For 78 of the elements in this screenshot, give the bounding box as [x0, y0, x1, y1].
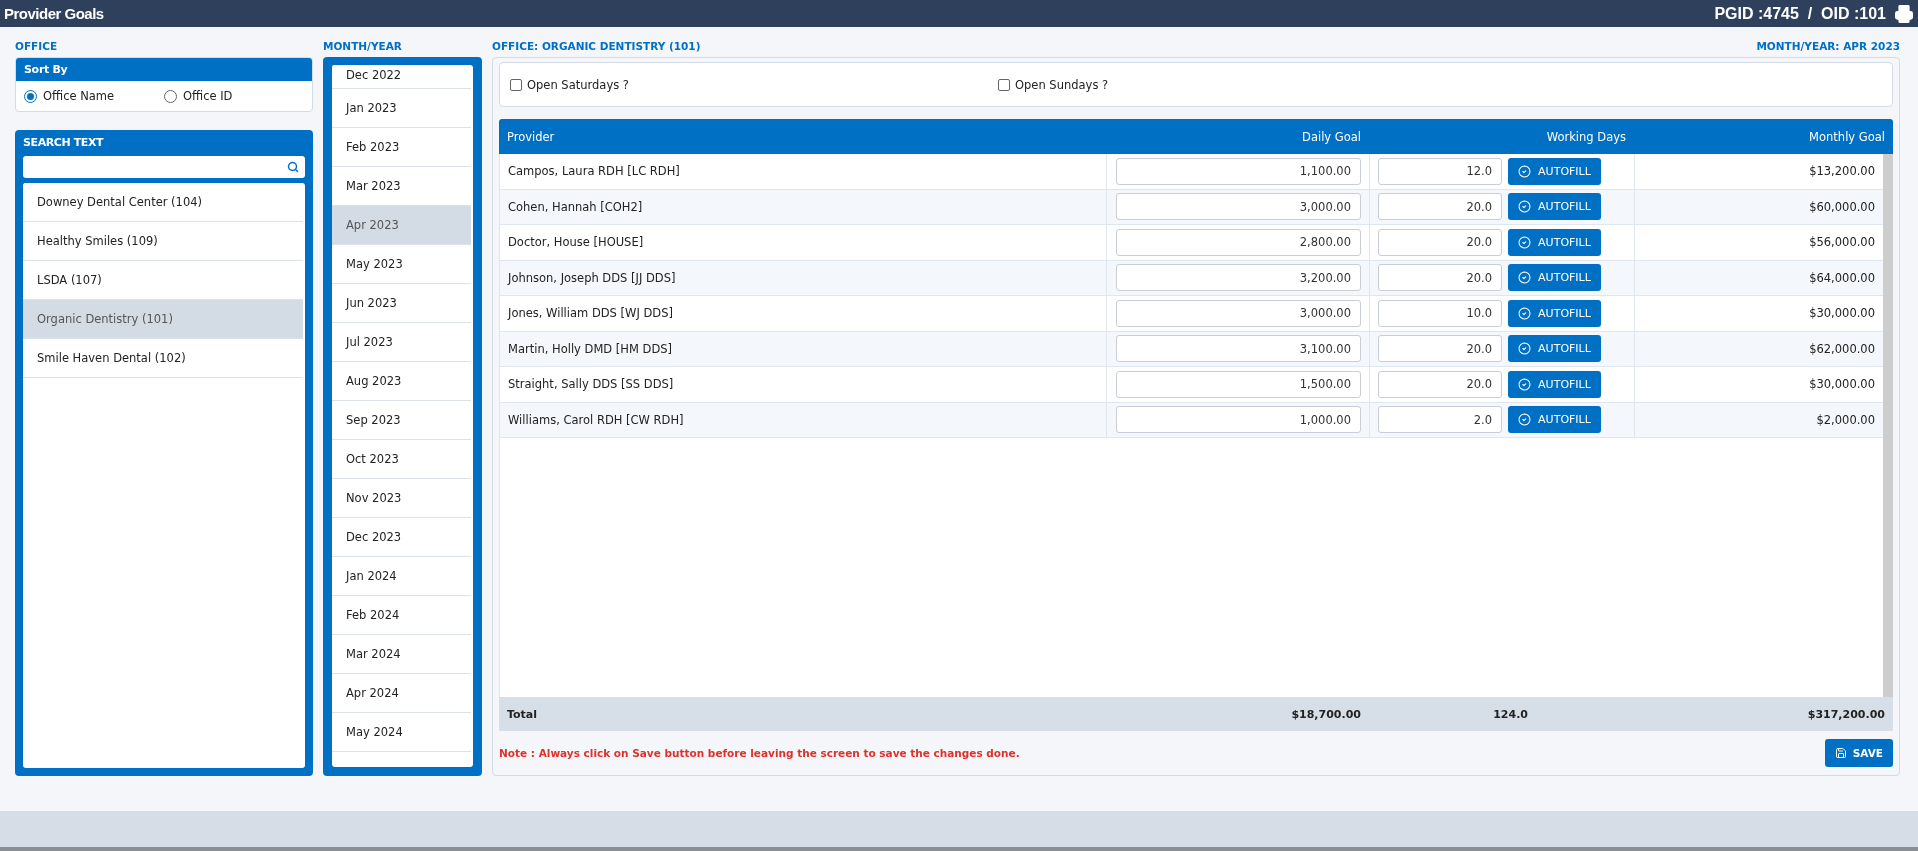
monthly-goal: $60,000.00: [1809, 199, 1875, 214]
monthly-goal: $62,000.00: [1809, 341, 1875, 356]
check-circle-icon: [1518, 342, 1532, 356]
working-days-input[interactable]: 20.0: [1378, 370, 1502, 398]
daily-goal-input[interactable]: 3,000.00: [1116, 193, 1361, 221]
daily-goal-input[interactable]: 3,200.00: [1116, 264, 1361, 292]
working-days-input[interactable]: 20.0: [1378, 193, 1502, 221]
radio-option[interactable]: Office ID: [164, 89, 304, 103]
monthly-goal: $30,000.00: [1809, 377, 1875, 392]
autofill-button[interactable]: AUTOFILL: [1508, 228, 1601, 256]
working-days-input[interactable]: 20.0: [1378, 335, 1502, 363]
autofill-button[interactable]: AUTOFILL: [1508, 299, 1601, 327]
total-working-days: 124.0: [1369, 707, 1634, 721]
month-item[interactable]: Apr 2023: [332, 206, 471, 245]
check-circle-icon: [1518, 235, 1532, 249]
daily-goal-input[interactable]: 1,100.00: [1116, 157, 1361, 185]
daily-goal-input[interactable]: 1,500.00: [1116, 370, 1361, 398]
column-header: Working Days: [1545, 129, 1627, 144]
provider-name: Martin, Holly DMD [HM DDS]: [508, 341, 673, 356]
daily-goal-input[interactable]: 1,000.00: [1116, 406, 1361, 434]
working-days-input[interactable]: 20.0: [1378, 264, 1502, 292]
office-item[interactable]: Organic Dentistry (101): [23, 300, 303, 339]
daily-goal-input[interactable]: 3,000.00: [1116, 299, 1361, 327]
search-icon[interactable]: [287, 161, 299, 173]
provider-name: Doctor, House [HOUSE]: [508, 235, 644, 250]
section-label: OFFICE: [15, 39, 59, 54]
check-circle-icon: [1518, 377, 1532, 391]
card-title: Sort By: [16, 58, 312, 81]
autofill-button[interactable]: AUTOFILL: [1508, 264, 1601, 292]
autofill-button[interactable]: AUTOFILL: [1508, 157, 1601, 185]
office-item[interactable]: Downey Dental Center (104): [23, 183, 303, 222]
office-heading: OFFICE: ORGANIC DENTISTRY (101): [492, 39, 701, 54]
month-item[interactable]: Dec 2022: [332, 65, 471, 89]
check-circle-icon: [1518, 271, 1532, 285]
autofill-button[interactable]: AUTOFILL: [1508, 406, 1601, 434]
section-label: MONTH/YEAR: [323, 39, 403, 54]
save-button[interactable]: SAVE: [1824, 739, 1893, 767]
checkbox-option[interactable]: Open Sundays ?: [998, 77, 1486, 92]
warning-note: Note : Always click on Save button before leaving the screen to save the changes done.: [499, 747, 1020, 759]
provider-name: Straight, Sally DDS [SS DDS]: [508, 377, 674, 392]
check-circle-icon: [1518, 200, 1532, 214]
total-monthly-goal: $317,200.00: [1806, 707, 1886, 721]
total-label: Total: [506, 707, 539, 721]
ids-text: PGID :4745 / OID :101: [1714, 4, 1886, 23]
monthly-goal: $56,000.00: [1809, 235, 1875, 250]
autofill-button[interactable]: AUTOFILL: [1508, 335, 1601, 363]
column-header: Daily Goal: [1301, 129, 1362, 144]
provider-name: Campos, Laura RDH [LC RDH]: [508, 164, 680, 179]
working-days-input[interactable]: 12.0: [1378, 157, 1502, 185]
monthly-goal: $64,000.00: [1809, 270, 1875, 285]
checkbox-option[interactable]: Open Saturdays ?: [510, 77, 998, 92]
monthly-goal: $2,000.00: [1816, 412, 1875, 427]
month-heading: MONTH/YEAR: APR 2023: [1756, 39, 1900, 54]
monthly-goal: $13,200.00: [1809, 164, 1875, 179]
autofill-button[interactable]: AUTOFILL: [1508, 193, 1601, 221]
column-header: Monthly Goal: [1808, 129, 1886, 144]
total-daily-goal: $18,700.00: [1290, 707, 1362, 721]
daily-goal-input[interactable]: 3,100.00: [1116, 335, 1361, 363]
provider-name: Jones, William DDS [WJ DDS]: [508, 306, 673, 321]
check-circle-icon: [1518, 306, 1532, 320]
provider-name: Williams, Carol RDH [CW RDH]: [508, 412, 684, 427]
daily-goal-input[interactable]: 2,800.00: [1116, 228, 1361, 256]
column-header: Provider: [506, 129, 556, 144]
monthly-goal: $30,000.00: [1809, 306, 1875, 321]
autofill-button[interactable]: AUTOFILL: [1508, 370, 1601, 398]
radio-option[interactable]: Office Name: [24, 89, 164, 103]
printer-icon[interactable]: [1894, 3, 1914, 24]
provider-name: Cohen, Hannah [COH2]: [508, 199, 643, 214]
check-circle-icon: [1518, 413, 1532, 427]
provider-name: Johnson, Joseph DDS [JJ DDS]: [508, 270, 676, 285]
working-days-input[interactable]: 10.0: [1378, 299, 1502, 327]
search-field[interactable]: [23, 156, 305, 178]
page-title: Provider Goals: [4, 5, 104, 22]
working-days-input[interactable]: 2.0: [1378, 406, 1502, 434]
check-circle-icon: [1518, 164, 1532, 178]
scrollbar[interactable]: [1883, 154, 1893, 697]
working-days-input[interactable]: 20.0: [1378, 228, 1502, 256]
panel-title: SEARCH TEXT: [23, 136, 105, 149]
